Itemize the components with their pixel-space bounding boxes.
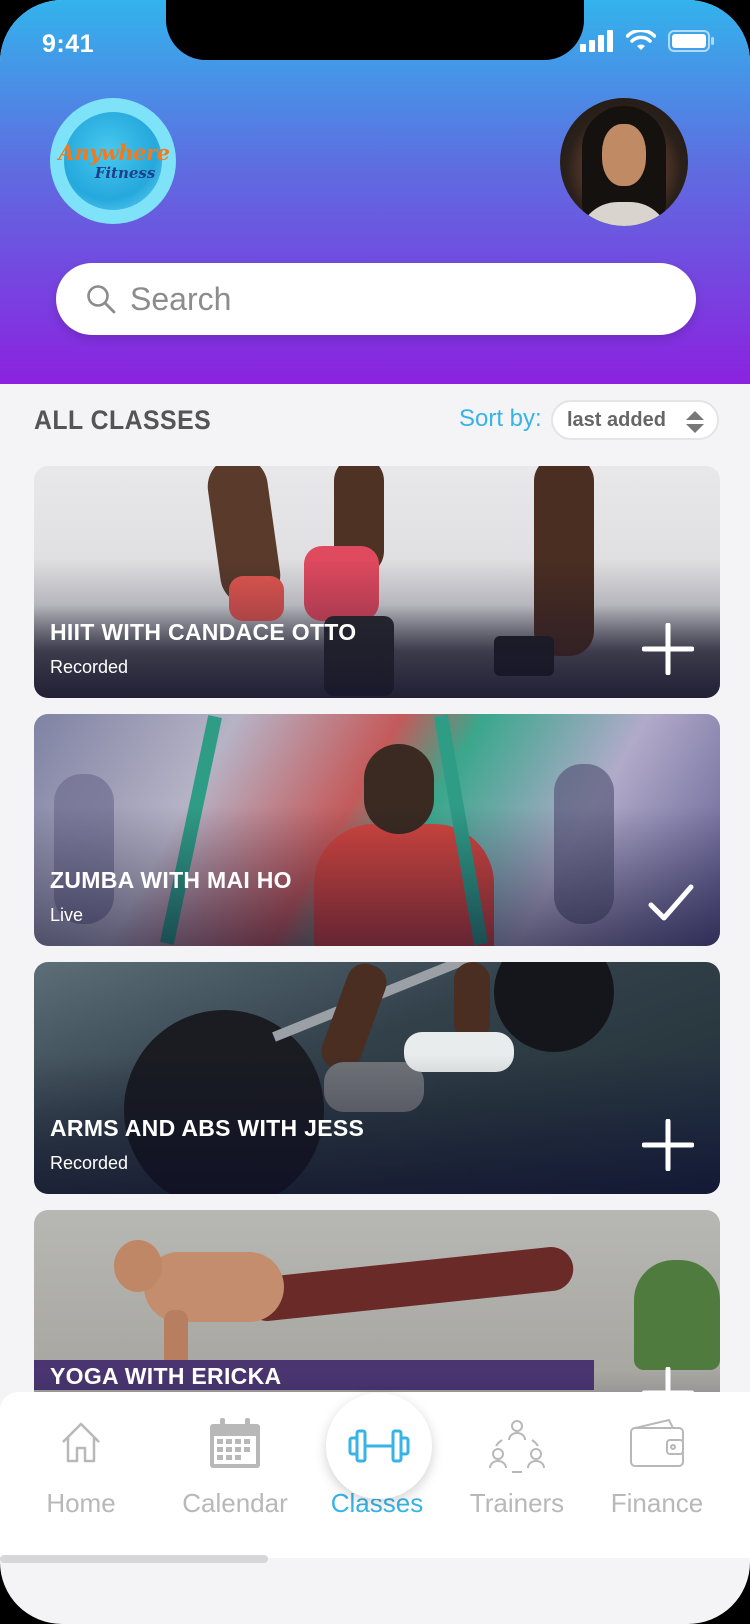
nav-home-label: Home <box>46 1488 116 1518</box>
class-added-button[interactable] <box>648 883 694 928</box>
plus-icon <box>641 622 695 676</box>
sort-select[interactable]: last added <box>551 400 719 440</box>
device-notch <box>166 0 584 60</box>
search-icon <box>87 285 116 314</box>
class-type: Recorded <box>50 657 129 677</box>
section-title: ALL CLASSES <box>34 405 212 435</box>
nav-trainers[interactable]: Trainers <box>442 1392 592 1558</box>
nav-calendar[interactable]: Calendar <box>160 1392 310 1558</box>
wifi-icon <box>626 30 656 50</box>
battery-icon <box>668 30 714 52</box>
search-input[interactable] <box>130 280 650 318</box>
calendar-icon <box>210 1418 260 1468</box>
add-class-button[interactable] <box>641 622 695 680</box>
header: 9:41 Anywhere Fitness <box>0 0 750 384</box>
add-class-button[interactable] <box>641 1118 695 1176</box>
status-icons <box>580 30 714 52</box>
logo-text-primary: Anywhere <box>58 140 170 165</box>
status-time: 9:41 <box>42 30 95 58</box>
user-avatar[interactable] <box>560 98 688 226</box>
checkmark-icon <box>648 884 694 921</box>
card-image <box>34 962 720 1194</box>
sort-value: last added <box>567 408 666 431</box>
card-image <box>34 714 720 946</box>
class-title: HIIT WITH CANDACE OTTO <box>50 619 357 645</box>
plus-icon <box>641 1366 695 1420</box>
app-logo[interactable]: Anywhere Fitness <box>50 98 176 224</box>
class-type: Live <box>50 905 84 925</box>
class-card[interactable]: ZUMBA WITH MAI HO Live <box>34 714 720 946</box>
add-class-button[interactable] <box>641 1366 695 1424</box>
nav-home[interactable]: Home <box>6 1392 156 1558</box>
class-title: YOGA WITH ERICKA <box>50 1363 282 1389</box>
plus-icon <box>641 1118 695 1172</box>
class-type: Recorded <box>50 1153 129 1173</box>
card-image <box>34 466 720 698</box>
sort-label: Sort by: <box>459 405 542 432</box>
class-title: ZUMBA WITH MAI HO <box>50 867 292 893</box>
trainers-icon <box>489 1420 545 1473</box>
nav-finance-label: Finance <box>610 1488 704 1518</box>
home-icon <box>62 1422 100 1463</box>
search-bar[interactable] <box>56 263 696 335</box>
nav-trainers-label: Trainers <box>469 1488 565 1518</box>
app-screen: 9:41 Anywhere Fitness Search ALL CLASSES… <box>0 0 750 1624</box>
class-title: ARMS AND ABS WITH JESS <box>50 1115 365 1141</box>
scroll-indicator <box>0 1555 268 1563</box>
class-card[interactable]: HIIT WITH CANDACE OTTO Recorded <box>34 466 720 698</box>
classes-tab-button[interactable] <box>326 1393 432 1499</box>
dumbbell-icon <box>348 1429 410 1463</box>
signal-icon <box>580 30 613 52</box>
class-card[interactable]: ARMS AND ABS WITH JESS Recorded <box>34 962 720 1194</box>
logo-text-secondary: Fitness <box>94 164 156 182</box>
sort-arrows-icon <box>686 411 704 433</box>
wallet-icon <box>630 1418 684 1467</box>
nav-calendar-label: Calendar <box>182 1488 288 1518</box>
